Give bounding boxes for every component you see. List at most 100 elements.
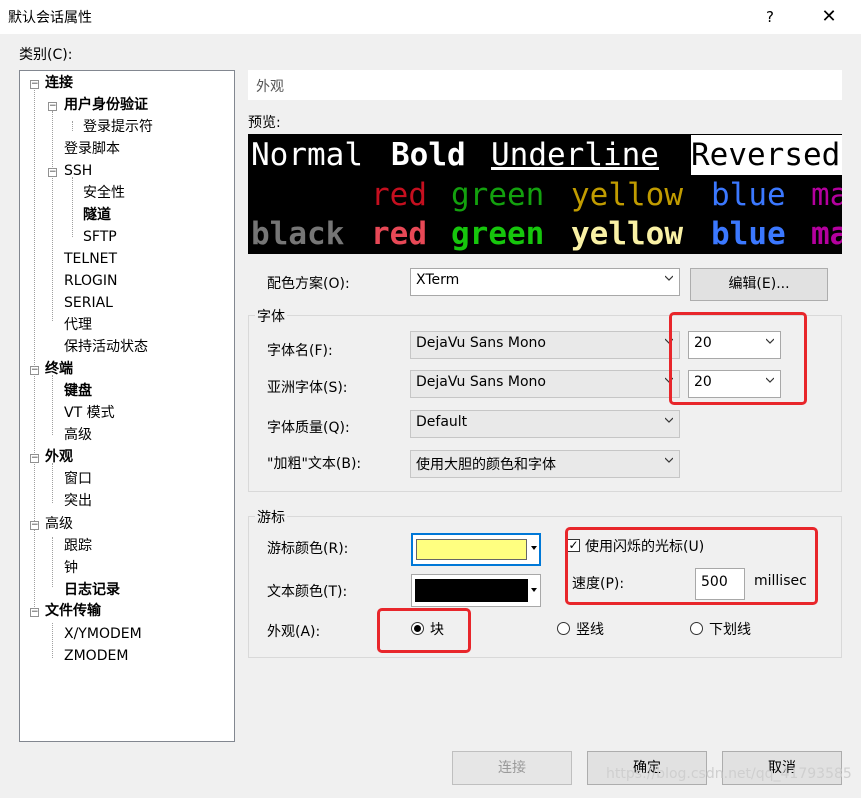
tree-item-proxy[interactable]: 代理: [64, 315, 92, 335]
tree-item-login-script[interactable]: 登录脚本: [64, 139, 120, 159]
shape-vline-label: 竖线: [576, 622, 604, 638]
collapse-icon[interactable]: −: [30, 454, 39, 463]
tree-connector: [52, 463, 53, 503]
tree-connector: [52, 623, 53, 658]
preview-magenta: ma: [811, 177, 842, 213]
tree-item-rlogin[interactable]: RLOGIN: [64, 271, 118, 291]
preview-label: 预览:: [248, 115, 281, 131]
tree-item-keepalive[interactable]: 保持活动状态: [64, 337, 148, 357]
asian-font-label: 亚洲字体(S):: [267, 380, 348, 396]
font-group-title: 字体: [255, 306, 287, 326]
shape-underline-label: 下划线: [709, 622, 751, 638]
preview-bold: Bold: [391, 137, 466, 173]
preview-bright-yellow: yellow: [571, 216, 683, 252]
tree-item-window[interactable]: 窗口: [64, 469, 92, 489]
chevron-down-icon: [665, 457, 673, 463]
bold-text-label: "加粗"文本(B):: [267, 456, 362, 472]
preview-yellow: yellow: [571, 177, 683, 213]
watermark: https://blog.csdn.net/qq_41793585: [606, 766, 852, 782]
font-name-select[interactable]: DejaVu Sans Mono: [410, 331, 680, 359]
tree-item-highlight[interactable]: 突出: [64, 491, 92, 511]
shape-underline-radio[interactable]: [690, 622, 703, 635]
shape-vline-radio[interactable]: [557, 622, 570, 635]
cursor-color-picker[interactable]: [411, 533, 541, 566]
tree-item-terminal[interactable]: 终端: [45, 359, 73, 379]
text-color-label: 文本颜色(T):: [267, 584, 348, 600]
close-icon[interactable]: ✕: [812, 4, 846, 30]
title-bar: [0, 0, 861, 34]
tree-item-trace[interactable]: 跟踪: [64, 536, 92, 556]
section-title: 外观: [256, 79, 284, 95]
tree-item-logging[interactable]: 日志记录: [64, 580, 120, 600]
dropdown-arrow-icon: [531, 588, 537, 592]
tree-item-telnet[interactable]: TELNET: [64, 249, 117, 269]
color-scheme-value: XTerm: [416, 272, 460, 288]
cursor-shape-label: 外观(A):: [267, 624, 321, 640]
cursor-color-swatch: [416, 539, 527, 560]
tree-item-terminal-advanced[interactable]: 高级: [64, 425, 92, 445]
preview-red: red: [371, 177, 427, 213]
font-quality-select[interactable]: Default: [410, 410, 680, 438]
tree-item-zmodem[interactable]: ZMODEM: [64, 646, 128, 666]
tree-item-connection[interactable]: 连接: [45, 73, 73, 93]
dropdown-arrow-icon: [531, 546, 537, 550]
preview-reversed: Reversed: [691, 135, 842, 175]
tree-item-ssh[interactable]: SSH: [64, 161, 92, 181]
collapse-icon[interactable]: −: [30, 366, 39, 375]
preview-bright-black: black: [251, 216, 345, 252]
font-quality-label: 字体质量(Q):: [267, 420, 350, 436]
collapse-icon[interactable]: −: [30, 608, 39, 617]
font-name-value: DejaVu Sans Mono: [416, 335, 546, 351]
highlight-box: [377, 608, 471, 653]
chevron-down-icon: [665, 275, 673, 281]
help-button[interactable]: ?: [756, 4, 784, 30]
collapse-icon[interactable]: −: [48, 168, 57, 177]
preview-bright-magenta: ma: [811, 216, 842, 252]
tree-connector: [52, 537, 53, 587]
tree-item-sftp[interactable]: SFTP: [83, 227, 117, 247]
tree-connector: [52, 375, 53, 435]
tree-item-auth[interactable]: 用户身份验证: [64, 95, 148, 115]
font-quality-value: Default: [416, 414, 468, 430]
chevron-down-icon: [665, 417, 673, 423]
collapse-icon[interactable]: −: [30, 80, 39, 89]
tree-item-security[interactable]: 安全性: [83, 183, 125, 203]
tree-connector: [72, 177, 73, 237]
tree-item-xymodem[interactable]: X/YMODEM: [64, 624, 142, 644]
color-scheme-label: 配色方案(O):: [267, 276, 350, 292]
preview-blue: blue: [711, 177, 786, 213]
tree-item-advanced[interactable]: 高级: [45, 514, 73, 534]
text-color-swatch: [415, 579, 528, 602]
tree-item-appearance[interactable]: 外观: [45, 447, 73, 467]
tree-connector: [72, 121, 73, 131]
preview-normal: Normal: [251, 137, 363, 173]
highlight-box: [669, 312, 807, 405]
tree-item-vt-mode[interactable]: VT 模式: [64, 403, 115, 423]
asian-font-value: DejaVu Sans Mono: [416, 374, 546, 390]
bold-text-select[interactable]: 使用大胆的颜色和字体: [410, 450, 680, 478]
highlight-box: [565, 527, 818, 605]
category-tree[interactable]: − 连接 − 用户身份验证 登录提示符 登录脚本 − SSH 安全性 隧道 SF…: [19, 70, 235, 742]
cursor-group-title: 游标: [255, 507, 287, 527]
collapse-icon[interactable]: −: [30, 521, 39, 530]
color-scheme-select[interactable]: XTerm: [410, 268, 680, 296]
collapse-icon[interactable]: −: [48, 102, 57, 111]
edit-scheme-button[interactable]: 编辑(E)...: [690, 268, 828, 301]
preview-underline: Underline: [491, 137, 659, 173]
font-name-label: 字体名(F):: [267, 343, 333, 359]
preview-bright-red: red: [371, 216, 427, 252]
tree-item-bell[interactable]: 钟: [64, 558, 78, 578]
window-title: 默认会话属性: [8, 10, 92, 26]
tree-item-login-prompt[interactable]: 登录提示符: [83, 117, 153, 137]
asian-font-select[interactable]: DejaVu Sans Mono: [410, 370, 680, 398]
preview-bright-green: green: [451, 216, 545, 252]
tree-connector: [52, 111, 53, 321]
tree-item-file-transfer[interactable]: 文件传输: [45, 601, 101, 621]
tree-item-tunnel[interactable]: 隧道: [83, 205, 111, 225]
preview-green: green: [451, 177, 545, 213]
connect-button[interactable]: 连接: [452, 751, 572, 785]
tree-item-serial[interactable]: SERIAL: [64, 293, 113, 313]
bold-text-value: 使用大胆的颜色和字体: [416, 457, 556, 473]
text-color-picker[interactable]: [411, 574, 541, 607]
tree-item-keyboard[interactable]: 键盘: [64, 381, 92, 401]
